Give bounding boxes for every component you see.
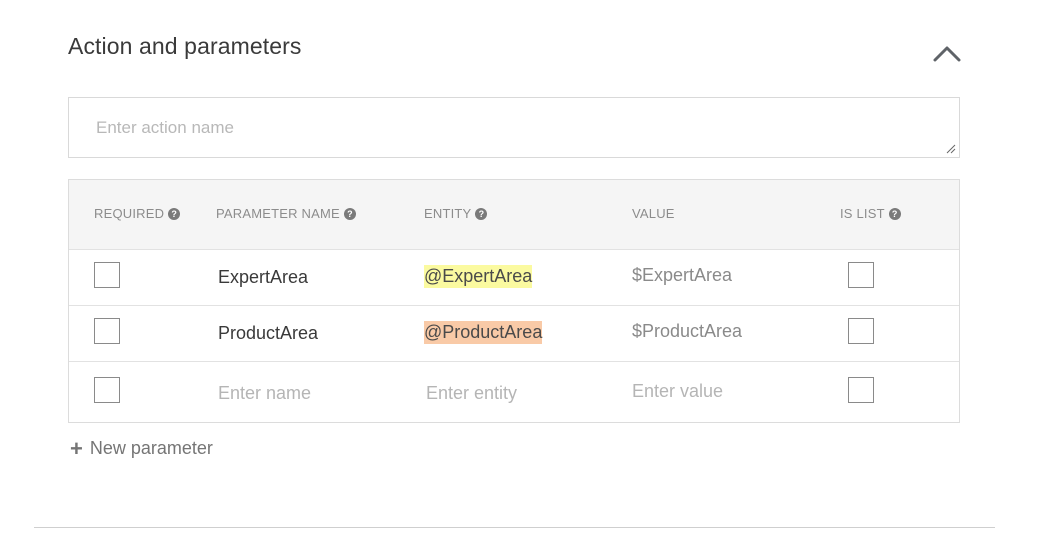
value-cell[interactable]: $ProductArea	[632, 321, 742, 342]
required-checkbox[interactable]	[94, 318, 120, 344]
table-row: ExpertArea @ExpertArea $ExpertArea	[69, 249, 959, 306]
help-circle-icon[interactable]: ?	[343, 207, 356, 220]
help-circle-icon[interactable]: ?	[475, 207, 488, 220]
parameters-table: REQUIRED ? PARAMETER NAME ? ENTITY ? VAL…	[68, 179, 960, 423]
table-row-new	[69, 361, 959, 417]
value-cell[interactable]: $ExpertArea	[632, 265, 732, 286]
section-divider	[34, 527, 995, 528]
header-value-label: VALUE	[632, 206, 675, 221]
header-is-list: IS LIST ?	[840, 206, 901, 221]
section-title: Action and parameters	[68, 33, 302, 59]
is-list-checkbox[interactable]	[848, 318, 874, 344]
parameter-name-cell[interactable]: ExpertArea	[218, 267, 308, 288]
header-entity: ENTITY ?	[424, 206, 488, 221]
entity-cell[interactable]: @ProductArea	[424, 321, 543, 344]
header-is-list-label: IS LIST	[840, 206, 885, 221]
header-required-label: REQUIRED	[94, 206, 165, 221]
required-checkbox[interactable]	[94, 377, 120, 403]
chevron-up-icon	[933, 46, 961, 62]
header-entity-label: ENTITY	[424, 206, 472, 221]
new-parameter-label: New parameter	[89, 438, 213, 458]
entity-input[interactable]	[426, 381, 596, 405]
help-circle-icon[interactable]: ?	[168, 207, 181, 220]
table-row: ProductArea @ProductArea $ProductArea	[69, 305, 959, 362]
help-circle-icon[interactable]: ?	[888, 207, 901, 220]
header-value: VALUE	[632, 206, 675, 221]
parameter-name-cell[interactable]: ProductArea	[218, 323, 318, 344]
entity-cell[interactable]: @ExpertArea	[424, 265, 533, 288]
header-parameter-name: PARAMETER NAME ?	[216, 206, 356, 221]
plus-icon: +	[70, 435, 83, 461]
is-list-checkbox[interactable]	[848, 262, 874, 288]
value-input[interactable]	[632, 379, 802, 403]
header-required: REQUIRED ?	[94, 206, 181, 221]
resize-handle-icon[interactable]	[946, 144, 956, 154]
table-header: REQUIRED ? PARAMETER NAME ? ENTITY ? VAL…	[69, 180, 959, 250]
parameter-name-input[interactable]	[218, 381, 388, 405]
new-parameter-button[interactable]: + New parameter	[70, 435, 213, 461]
header-parameter-name-label: PARAMETER NAME	[216, 206, 340, 221]
action-name-input[interactable]	[68, 97, 960, 158]
is-list-checkbox[interactable]	[848, 377, 874, 403]
required-checkbox[interactable]	[94, 262, 120, 288]
collapse-button[interactable]	[930, 38, 964, 68]
